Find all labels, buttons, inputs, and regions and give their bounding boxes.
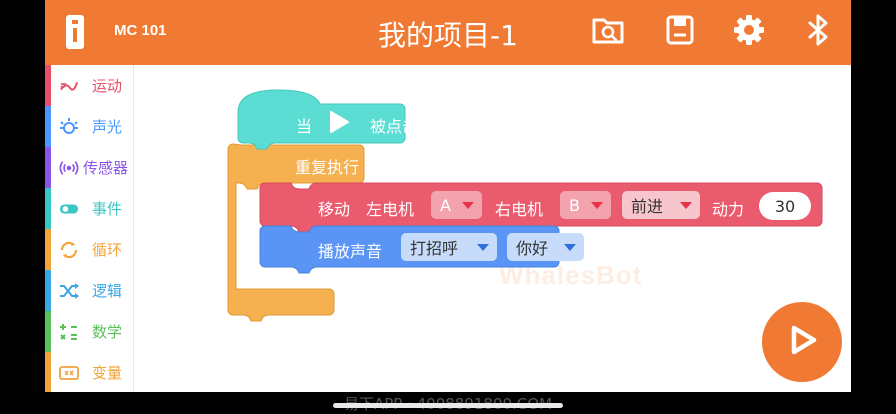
- sound-value: 打招呼: [410, 239, 459, 258]
- settings-button[interactable]: [733, 14, 765, 50]
- category-label: 声光: [92, 118, 123, 136]
- bluetooth-button[interactable]: [803, 14, 835, 50]
- code-canvas[interactable]: WhalesBot 当 被点击 重复执行 移动 左电机 A 右电机 B 前进 动…: [134, 65, 851, 392]
- phrase-value: 你好: [516, 239, 549, 258]
- category-label: 数学: [92, 323, 123, 341]
- loop-label: 重复执行: [295, 158, 360, 177]
- settings-gear-icon: [733, 14, 765, 50]
- save-button[interactable]: [664, 15, 696, 49]
- right-motor-label: 右电机: [495, 200, 544, 219]
- dropdown-arrow-icon: [564, 244, 576, 251]
- right-motor-dropdown[interactable]: B: [560, 191, 611, 219]
- category-sensor[interactable]: 传感器: [45, 147, 133, 188]
- category-label: 循环: [92, 241, 123, 259]
- right-motor-value: B: [569, 195, 580, 215]
- logic-shuffle-icon: [59, 281, 79, 301]
- sound-light-icon: [59, 117, 79, 137]
- home-indicator[interactable]: [333, 403, 563, 408]
- category-sound-light[interactable]: 声光: [45, 106, 133, 147]
- event-toggle-icon: [59, 199, 79, 219]
- left-motor-label: 左电机: [366, 200, 415, 219]
- phrase-dropdown[interactable]: 你好: [507, 233, 584, 261]
- dropdown-arrow-icon: [477, 244, 489, 251]
- bluetooth-icon: [806, 14, 832, 50]
- category-color-bar: [45, 270, 51, 311]
- play-sound-label: 播放声音: [318, 242, 383, 261]
- category-label: 运动: [92, 77, 123, 95]
- variable-icon: [59, 363, 79, 383]
- math-icon: [59, 322, 79, 342]
- category-color-bar: [45, 311, 51, 352]
- dropdown-arrow-icon: [462, 202, 474, 209]
- category-color-bar: [45, 352, 51, 392]
- direction-dropdown[interactable]: 前进: [622, 191, 700, 219]
- category-color-bar: [45, 65, 51, 106]
- left-motor-value: A: [440, 195, 451, 215]
- power-unit: %: [822, 196, 838, 215]
- power-label: 动力: [712, 200, 745, 219]
- category-color-bar: [45, 147, 51, 188]
- category-label: 事件: [92, 200, 123, 218]
- top-bar: MC 101 我的项目-1: [45, 0, 851, 65]
- category-color-bar: [45, 106, 51, 147]
- green-flag-play-icon: [328, 110, 350, 138]
- dropdown-arrow-icon: [591, 202, 603, 209]
- power-input[interactable]: 30: [759, 192, 811, 220]
- event-when-label: 当: [296, 117, 313, 136]
- loop-icon: [59, 240, 79, 260]
- category-variable[interactable]: 变量: [45, 352, 133, 392]
- open-folder-icon: [592, 15, 624, 49]
- move-label: 移动: [318, 200, 351, 219]
- category-label: 传感器: [83, 159, 129, 177]
- event-clicked-label: 被点击: [370, 117, 419, 136]
- block-shapes: [227, 89, 823, 322]
- motion-icon: [59, 76, 79, 96]
- category-color-bar: [45, 188, 51, 229]
- dropdown-arrow-icon: [680, 202, 692, 209]
- category-logic[interactable]: 逻辑: [45, 270, 133, 311]
- category-sidebar: 运动 声光 传感器 事件 循环 逻辑 数学 变量: [45, 65, 134, 392]
- project-title[interactable]: 我的项目-1: [45, 14, 851, 54]
- left-motor-dropdown[interactable]: A: [431, 191, 482, 219]
- category-motion[interactable]: 运动: [45, 65, 133, 106]
- app-window: MC 101 我的项目-1 运动 声光 传感器 事件 循环 逻辑 数学 变量 W…: [45, 0, 851, 392]
- direction-value: 前进: [631, 197, 664, 216]
- save-icon: [666, 15, 694, 49]
- category-label: 逻辑: [92, 282, 123, 300]
- sound-dropdown[interactable]: 打招呼: [401, 233, 497, 261]
- category-color-bar: [45, 229, 51, 270]
- sensor-icon: [59, 158, 79, 178]
- category-math[interactable]: 数学: [45, 311, 133, 352]
- category-event[interactable]: 事件: [45, 188, 133, 229]
- play-icon: [782, 320, 822, 364]
- open-folder-button[interactable]: [592, 16, 624, 48]
- run-program-button[interactable]: [762, 302, 842, 382]
- category-label: 变量: [92, 364, 123, 382]
- category-loop[interactable]: 循环: [45, 229, 133, 270]
